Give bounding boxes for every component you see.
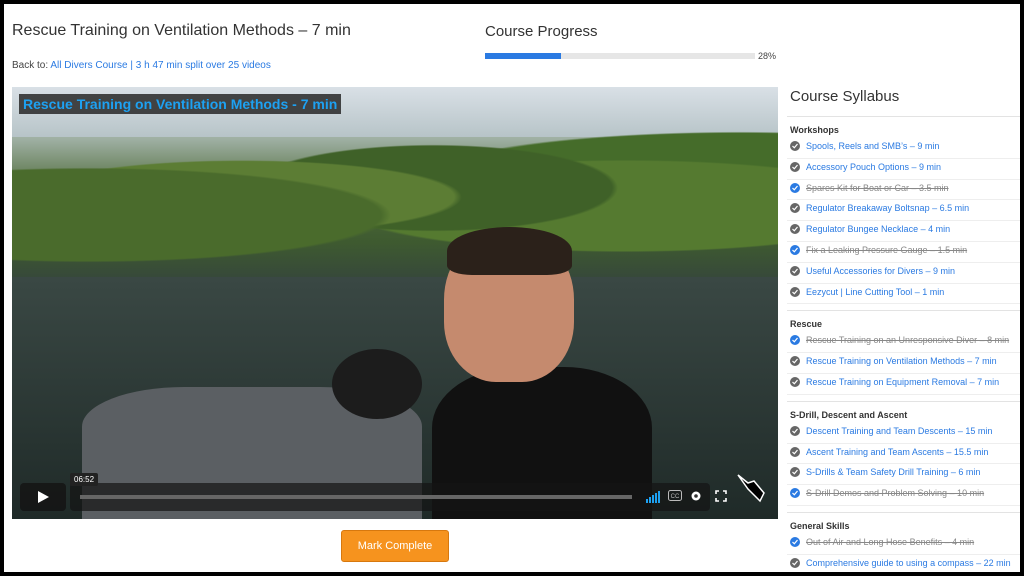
- syllabus-item-label: S-Drills & Team Safety Drill Training – …: [806, 467, 981, 478]
- syllabus-item[interactable]: Comprehensive guide to using a compass –…: [787, 555, 1020, 572]
- video-control-bar: CC: [70, 483, 710, 511]
- breadcrumb: Back to: All Divers Course | 3 h 47 min …: [12, 60, 271, 71]
- breadcrumb-prefix: Back to:: [12, 60, 49, 71]
- syllabus-item-label: Regulator Bungee Necklace – 4 min: [806, 224, 951, 235]
- check-icon: [790, 488, 800, 499]
- syllabus-section: Workshops Spools, Reels and SMB’s – 9 min…: [787, 116, 1020, 305]
- syllabus-item-label: Spares Kit for Boat or Car – 3.5 min: [806, 182, 949, 193]
- syllabus-item[interactable]: Fix a Leaking Pressure Gauge – 1.5 min: [787, 242, 1020, 263]
- syllabus-item-label: Rescue Training on Ventilation Methods –…: [806, 356, 997, 367]
- video-trees: [12, 107, 778, 287]
- syllabus-item[interactable]: Accessory Pouch Options – 9 min: [787, 159, 1020, 180]
- page-frame: Rescue Training on Ventilation Methods –…: [4, 4, 1020, 572]
- syllabus-section: S-Drill, Descent and Ascent Descent Train…: [787, 400, 1020, 506]
- gear-icon[interactable]: [690, 490, 702, 502]
- syllabus-item[interactable]: S-Drill Demos and Problem Solving – 10 m…: [787, 485, 1020, 506]
- progress-bar-fill: [485, 53, 561, 59]
- syllabus-title: Course Syllabus: [790, 88, 900, 105]
- syllabus-item-label: Eezycut | Line Cutting Tool – 1 min: [806, 286, 945, 297]
- syllabus-item-label: Ascent Training and Team Ascents – 15.5 …: [806, 446, 989, 457]
- syllabus-section: General Skills Out of Air and Long Hose B…: [787, 511, 1020, 572]
- syllabus-item-label: S-Drill Demos and Problem Solving – 10 m…: [806, 488, 985, 499]
- syllabus-item[interactable]: Rescue Training on Ventilation Methods –…: [787, 353, 1020, 374]
- syllabus-item-label: Out of Air and Long Hose Benefits – 4 mi…: [806, 536, 975, 547]
- syllabus-item-label: Useful Accessories for Divers – 9 min: [806, 265, 956, 276]
- check-icon: [790, 356, 800, 367]
- progress-bar: [485, 53, 755, 59]
- check-icon: [790, 224, 800, 235]
- video-controls: CC 06:52: [20, 473, 770, 513]
- syllabus-section-title: Rescue: [790, 319, 823, 330]
- svg-text:CC: CC: [671, 494, 680, 500]
- page-title: Rescue Training on Ventilation Methods –…: [12, 22, 351, 39]
- syllabus-section-title: S-Drill, Descent and Ascent: [790, 409, 908, 420]
- check-icon: [790, 335, 800, 346]
- check-icon: [790, 536, 800, 547]
- syllabus-item[interactable]: Ascent Training and Team Ascents – 15.5 …: [787, 444, 1020, 465]
- video-scrubber[interactable]: [80, 495, 632, 499]
- video-rescuer-hair: [447, 227, 572, 275]
- check-icon: [790, 286, 800, 297]
- check-icon: [790, 467, 800, 478]
- video-victim-head: [332, 349, 422, 419]
- syllabus-item[interactable]: Rescue Training on Equipment Removal – 7…: [787, 374, 1020, 395]
- syllabus-item[interactable]: Out of Air and Long Hose Benefits – 4 mi…: [787, 534, 1020, 555]
- progress-title: Course Progress: [485, 23, 598, 40]
- check-icon: [790, 425, 800, 436]
- check-icon: [790, 446, 800, 457]
- course-syllabus: Course Syllabus Workshops Spools, Reels a…: [787, 4, 1020, 572]
- video-player[interactable]: Rescue Training on Ventilation Methods -…: [12, 87, 778, 519]
- check-icon: [790, 203, 800, 214]
- back-to-course-link[interactable]: All Divers Course | 3 h 47 min split ove…: [50, 60, 270, 71]
- video-time-tooltip: 06:52: [70, 473, 99, 486]
- progress-percent: 28%: [758, 51, 777, 61]
- syllabus-item-label: Fix a Leaking Pressure Gauge – 1.5 min: [806, 244, 968, 255]
- syllabus-section-title: Workshops: [790, 125, 839, 135]
- check-icon: [790, 161, 800, 172]
- syllabus-item-label: Regulator Breakaway Boltsnap – 6.5 min: [806, 203, 970, 214]
- syllabus-item-label: Comprehensive guide to using a compass –…: [806, 557, 1011, 568]
- check-icon: [790, 141, 800, 151]
- fullscreen-icon[interactable]: [715, 490, 727, 502]
- check-icon: [790, 182, 800, 193]
- play-icon: [38, 491, 49, 503]
- syllabus-item[interactable]: Eezycut | Line Cutting Tool – 1 min: [787, 284, 1020, 305]
- syllabus-item-label: Descent Training and Team Descents – 15 …: [806, 425, 993, 436]
- volume-icon[interactable]: [646, 491, 664, 503]
- syllabus-item[interactable]: Regulator Bungee Necklace – 4 min: [787, 221, 1020, 242]
- check-icon: [790, 376, 800, 387]
- video-overlay-title: Rescue Training on Ventilation Methods -…: [19, 94, 342, 114]
- syllabus-item-label: Rescue Training on Equipment Removal – 7…: [806, 376, 1000, 387]
- syllabus-item[interactable]: Useful Accessories for Divers – 9 min: [787, 263, 1020, 284]
- check-icon: [790, 557, 800, 568]
- mark-complete-button[interactable]: Mark Complete: [341, 530, 449, 562]
- cc-icon[interactable]: CC: [668, 490, 682, 501]
- syllabus-item[interactable]: Spares Kit for Boat or Car – 3.5 min: [787, 180, 1020, 201]
- play-button[interactable]: [20, 483, 66, 511]
- syllabus-item[interactable]: S-Drills & Team Safety Drill Training – …: [787, 464, 1020, 486]
- syllabus-section: Rescue Rescue Training on an Unresponsive…: [787, 310, 1020, 395]
- syllabus-item[interactable]: Regulator Breakaway Boltsnap – 6.5 min: [787, 200, 1020, 222]
- syllabus-item[interactable]: Descent Training and Team Descents – 15 …: [787, 423, 1020, 444]
- syllabus-item[interactable]: Spools, Reels and SMB’s – 9 min: [787, 138, 1020, 159]
- check-icon: [790, 244, 800, 255]
- syllabus-sections: Workshops Spools, Reels and SMB’s – 9 min…: [787, 116, 1020, 572]
- syllabus-item-label: Spools, Reels and SMB’s – 9 min: [806, 141, 940, 151]
- check-icon: [790, 265, 800, 276]
- syllabus-item[interactable]: Rescue Training on an Unresponsive Diver…: [787, 332, 1020, 354]
- syllabus-section-title: General Skills: [790, 520, 850, 531]
- syllabus-item-label: Rescue Training on an Unresponsive Diver…: [806, 335, 1010, 346]
- syllabus-item-label: Accessory Pouch Options – 9 min: [806, 161, 942, 172]
